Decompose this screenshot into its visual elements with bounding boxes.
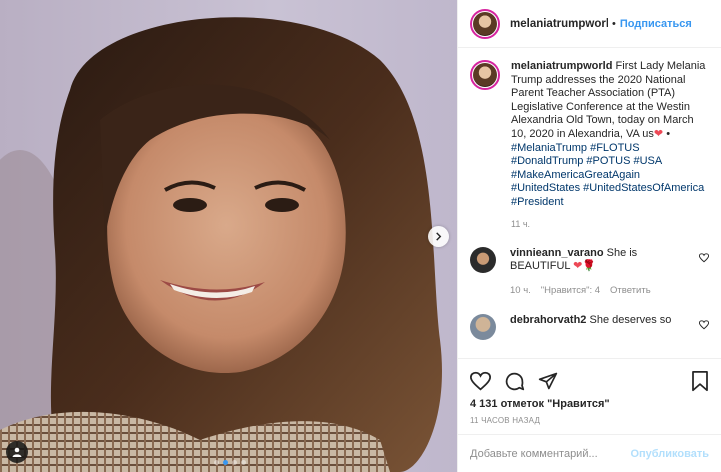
- comment-item: debrahorvath2 She deserves so: [470, 313, 711, 340]
- hashtag-link[interactable]: #MakeAmericaGreatAgain: [511, 169, 640, 181]
- post-photo[interactable]: [0, 0, 457, 472]
- publish-button[interactable]: Опубликовать: [630, 448, 709, 460]
- post-header: melaniatrumpworld • Подписаться: [458, 0, 721, 48]
- reply-button[interactable]: Ответить: [610, 285, 651, 296]
- caption-username[interactable]: melaniatrumpworld: [511, 60, 612, 72]
- avatar[interactable]: [470, 60, 500, 90]
- carousel-dot: [223, 460, 228, 465]
- post-time[interactable]: 11 ЧАСОВ НАЗАД: [470, 416, 709, 425]
- carousel-dot: [232, 460, 237, 465]
- chevron-right-icon: [436, 232, 442, 241]
- hashtag-link[interactable]: #UnitedStatesOfAmerica: [583, 182, 704, 194]
- caption-text: melaniatrumpworld First Lady Melania Tru…: [511, 60, 707, 210]
- comment-text: debrahorvath2 She deserves so: [510, 314, 690, 328]
- heart-icon: [470, 371, 491, 391]
- comments-list[interactable]: melaniatrumpworld First Lady Melania Tru…: [470, 60, 711, 356]
- hashtag-link[interactable]: #President: [511, 196, 564, 208]
- comment-meta: 10 ч. "Нравится": 4 Ответить: [510, 285, 690, 296]
- comment-heart-icon[interactable]: [699, 320, 709, 330]
- comment-heart-icon[interactable]: [699, 252, 709, 263]
- caption-bullet: •: [666, 127, 671, 140]
- comment-item: vinnieann_varano She is BEAUTIFUL ❤🌹 10 …: [470, 246, 711, 296]
- hashtag-link[interactable]: #DonaldTrump: [511, 155, 583, 167]
- comment-text: vinnieann_varano She is BEAUTIFUL ❤🌹: [510, 247, 690, 274]
- comment-input[interactable]: [470, 447, 631, 460]
- share-button[interactable]: [538, 371, 558, 391]
- avatar[interactable]: [470, 8, 500, 39]
- comment-body: She deserves so: [589, 313, 672, 326]
- share-icon: [538, 372, 558, 390]
- post-image: [0, 0, 457, 472]
- avatar[interactable]: [470, 246, 496, 273]
- follow-button[interactable]: Подписаться: [620, 18, 692, 30]
- hashtag-list: #MelaniaTrump #FLOTUS #DonaldTrump #POTU…: [511, 142, 704, 208]
- hashtag-link[interactable]: #UnitedStates: [511, 182, 580, 194]
- comment-time[interactable]: 10 ч.: [510, 285, 531, 296]
- likes-word: "Нравится": [547, 398, 610, 410]
- caption-heart-emoji: ❤: [653, 127, 664, 140]
- header-username[interactable]: melaniatrumpworld: [510, 18, 608, 30]
- comment-icon: [505, 372, 525, 390]
- tagged-users-button[interactable]: [6, 441, 28, 463]
- caption-time: 11 ч.: [511, 218, 531, 229]
- post-actions: 4 131 отметок "Нравится" 11 ЧАСОВ НАЗАД: [458, 358, 721, 425]
- add-comment-bar: Опубликовать: [458, 434, 721, 472]
- caption: melaniatrumpworld First Lady Melania Tru…: [470, 60, 711, 210]
- tag-user-icon: [12, 447, 22, 457]
- hashtag-link[interactable]: #USA: [634, 155, 662, 167]
- header-separator: •: [612, 17, 616, 30]
- comment-username[interactable]: vinnieann_varano: [510, 247, 604, 259]
- hashtag-link[interactable]: #POTUS: [586, 155, 630, 167]
- save-button[interactable]: [691, 370, 709, 392]
- comment-username[interactable]: debrahorvath2: [510, 314, 586, 326]
- post-side-panel: melaniatrumpworld • Подписаться melaniat…: [457, 0, 721, 472]
- comment-emoji: ❤🌹: [573, 260, 597, 273]
- likes-count-value: 4 131 отметок: [470, 398, 544, 410]
- next-slide-button[interactable]: [428, 226, 449, 247]
- bookmark-icon: [692, 370, 708, 391]
- hashtag-link[interactable]: #MelaniaTrump: [511, 142, 587, 154]
- comment-button[interactable]: [504, 371, 525, 392]
- hashtag-link[interactable]: #FLOTUS: [590, 142, 640, 154]
- likes-count[interactable]: 4 131 отметок "Нравится": [470, 398, 709, 410]
- avatar[interactable]: [470, 313, 496, 340]
- carousel-dot: [241, 460, 246, 465]
- carousel-indicator: [214, 460, 246, 465]
- like-button[interactable]: [470, 371, 491, 392]
- carousel-dot: [214, 460, 219, 465]
- comment-likes[interactable]: "Нравится": 4: [541, 285, 600, 296]
